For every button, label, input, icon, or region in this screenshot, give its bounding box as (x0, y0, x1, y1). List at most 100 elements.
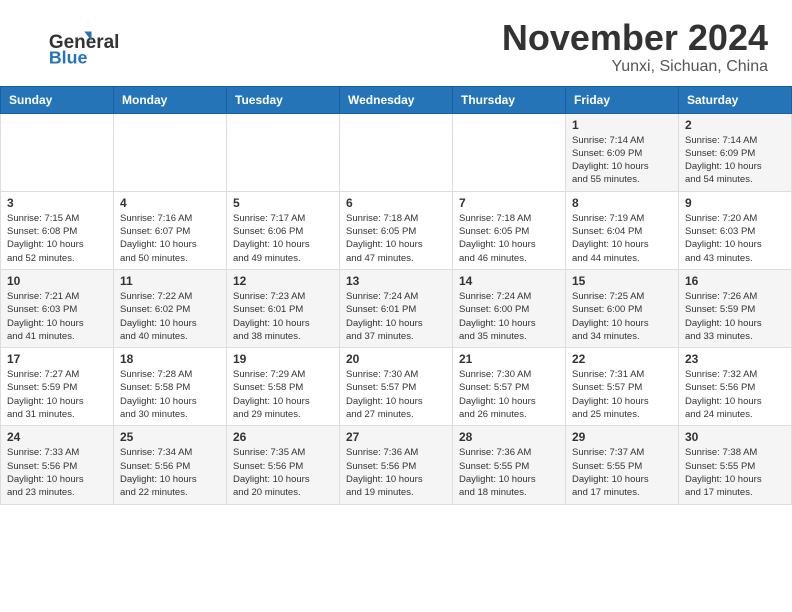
weekday-monday: Monday (114, 86, 227, 113)
day-info: Sunrise: 7:34 AM Sunset: 5:56 PM Dayligh… (120, 446, 220, 499)
day-cell (227, 113, 340, 191)
day-number: 5 (233, 196, 333, 210)
weekday-tuesday: Tuesday (227, 86, 340, 113)
day-info: Sunrise: 7:30 AM Sunset: 5:57 PM Dayligh… (459, 368, 559, 421)
day-cell: 21Sunrise: 7:30 AM Sunset: 5:57 PM Dayli… (453, 348, 566, 426)
day-number: 6 (346, 196, 446, 210)
day-number: 3 (7, 196, 107, 210)
day-cell: 26Sunrise: 7:35 AM Sunset: 5:56 PM Dayli… (227, 426, 340, 504)
day-info: Sunrise: 7:15 AM Sunset: 6:08 PM Dayligh… (7, 212, 107, 265)
day-number: 13 (346, 274, 446, 288)
day-cell: 30 Sunrise: 7:38 AM Sunset: 5:55 PM Dayli… (679, 426, 792, 504)
day-number: 17 (7, 352, 107, 366)
day-info: Sunrise: 7:36 AM Sunset: 5:55 PM Dayligh… (459, 446, 559, 499)
day-cell: 24 Sunrise: 7:33 AM Sunset: 5:56 PM Dayli… (1, 426, 114, 504)
day-number: 1 (572, 118, 672, 132)
day-info: Sunrise: 7:24 AM Sunset: 6:01 PM Dayligh… (346, 290, 446, 343)
day-info: Sunrise: 7:28 AM Sunset: 5:58 PM Dayligh… (120, 368, 220, 421)
week-row-3: 10 Sunrise: 7:21 AM Sunset: 6:03 PM Dayli… (1, 269, 792, 347)
day-info: Sunrise: 7:21 AM Sunset: 6:03 PM Dayligh… (7, 290, 107, 343)
day-info: Sunrise: 7:18 AM Sunset: 6:05 PM Dayligh… (459, 212, 559, 265)
day-cell: 11 Sunrise: 7:22 AM Sunset: 6:02 PM Dayli… (114, 269, 227, 347)
title-section: November 2024 Yunxi, Sichuan, China (502, 18, 768, 76)
day-info: Sunrise: 7:27 AM Sunset: 5:59 PM Dayligh… (7, 368, 107, 421)
day-info: Sunrise: 7:17 AM Sunset: 6:06 PM Dayligh… (233, 212, 333, 265)
day-cell: 2 Sunrise: 7:14 AM Sunset: 6:09 PM Daylig… (679, 113, 792, 191)
day-cell: 3 Sunrise: 7:15 AM Sunset: 6:08 PM Daylig… (1, 191, 114, 269)
week-row-4: 17 Sunrise: 7:27 AM Sunset: 5:59 PM Dayli… (1, 348, 792, 426)
day-number: 25 (120, 430, 220, 444)
header: General Blue November 2024 Yunxi, Sichua… (0, 0, 792, 86)
day-info: Sunrise: 7:36 AM Sunset: 5:56 PM Dayligh… (346, 446, 446, 499)
day-info: Sunrise: 7:32 AM Sunset: 5:56 PM Dayligh… (685, 368, 785, 421)
calendar: SundayMondayTuesdayWednesdayThursdayFrid… (0, 86, 792, 505)
logo: General Blue (24, 18, 114, 67)
page-container: General Blue November 2024 Yunxi, Sichua… (0, 0, 792, 505)
day-number: 15 (572, 274, 672, 288)
day-cell: 16 Sunrise: 7:26 AM Sunset: 5:59 PM Dayli… (679, 269, 792, 347)
day-cell (1, 113, 114, 191)
day-cell: 10 Sunrise: 7:21 AM Sunset: 6:03 PM Dayli… (1, 269, 114, 347)
location: Yunxi, Sichuan, China (502, 58, 768, 76)
day-info: Sunrise: 7:25 AM Sunset: 6:00 PM Dayligh… (572, 290, 672, 343)
day-info: Sunrise: 7:14 AM Sunset: 6:09 PM Dayligh… (685, 134, 785, 187)
day-number: 19 (233, 352, 333, 366)
day-number: 22 (572, 352, 672, 366)
day-cell: 25 Sunrise: 7:34 AM Sunset: 5:56 PM Dayli… (114, 426, 227, 504)
day-info: Sunrise: 7:33 AM Sunset: 5:56 PM Dayligh… (7, 446, 107, 499)
day-number: 30 (685, 430, 785, 444)
day-number: 24 (7, 430, 107, 444)
weekday-header-row: SundayMondayTuesdayWednesdayThursdayFrid… (1, 86, 792, 113)
day-cell: 14 Sunrise: 7:24 AM Sunset: 6:00 PM Dayli… (453, 269, 566, 347)
weekday-wednesday: Wednesday (340, 86, 453, 113)
day-info: Sunrise: 7:30 AM Sunset: 5:57 PM Dayligh… (346, 368, 446, 421)
day-cell: 8 Sunrise: 7:19 AM Sunset: 6:04 PM Daylig… (566, 191, 679, 269)
day-info: Sunrise: 7:31 AM Sunset: 5:57 PM Dayligh… (572, 368, 672, 421)
weekday-saturday: Saturday (679, 86, 792, 113)
day-number: 8 (572, 196, 672, 210)
day-cell: 18Sunrise: 7:28 AM Sunset: 5:58 PM Dayli… (114, 348, 227, 426)
day-number: 9 (685, 196, 785, 210)
day-cell: 7Sunrise: 7:18 AM Sunset: 6:05 PM Daylig… (453, 191, 566, 269)
day-info: Sunrise: 7:14 AM Sunset: 6:09 PM Dayligh… (572, 134, 672, 187)
day-number: 10 (7, 274, 107, 288)
day-number: 28 (459, 430, 559, 444)
day-cell: 19 Sunrise: 7:29 AM Sunset: 5:58 PM Dayli… (227, 348, 340, 426)
day-cell: 6 Sunrise: 7:18 AM Sunset: 6:05 PM Daylig… (340, 191, 453, 269)
day-number: 2 (685, 118, 785, 132)
weekday-friday: Friday (566, 86, 679, 113)
day-number: 12 (233, 274, 333, 288)
day-info: Sunrise: 7:35 AM Sunset: 5:56 PM Dayligh… (233, 446, 333, 499)
day-number: 29 (572, 430, 672, 444)
day-info: Sunrise: 7:29 AM Sunset: 5:58 PM Dayligh… (233, 368, 333, 421)
day-info: Sunrise: 7:22 AM Sunset: 6:02 PM Dayligh… (120, 290, 220, 343)
month-title: November 2024 (502, 18, 768, 58)
day-info: Sunrise: 7:20 AM Sunset: 6:03 PM Dayligh… (685, 212, 785, 265)
day-number: 14 (459, 274, 559, 288)
day-info: Sunrise: 7:24 AM Sunset: 6:00 PM Dayligh… (459, 290, 559, 343)
day-number: 16 (685, 274, 785, 288)
day-info: Sunrise: 7:18 AM Sunset: 6:05 PM Dayligh… (346, 212, 446, 265)
day-number: 20 (346, 352, 446, 366)
day-cell: 1 Sunrise: 7:14 AM Sunset: 6:09 PM Daylig… (566, 113, 679, 191)
day-cell: 28 Sunrise: 7:36 AM Sunset: 5:55 PM Dayli… (453, 426, 566, 504)
day-cell: 15 Sunrise: 7:25 AM Sunset: 6:00 PM Dayli… (566, 269, 679, 347)
svg-text:Blue: Blue (49, 47, 88, 67)
day-number: 23 (685, 352, 785, 366)
day-cell: 9 Sunrise: 7:20 AM Sunset: 6:03 PM Daylig… (679, 191, 792, 269)
day-cell (453, 113, 566, 191)
day-cell: 5 Sunrise: 7:17 AM Sunset: 6:06 PM Daylig… (227, 191, 340, 269)
day-info: Sunrise: 7:19 AM Sunset: 6:04 PM Dayligh… (572, 212, 672, 265)
day-cell: 13 Sunrise: 7:24 AM Sunset: 6:01 PM Dayli… (340, 269, 453, 347)
day-number: 4 (120, 196, 220, 210)
day-info: Sunrise: 7:26 AM Sunset: 5:59 PM Dayligh… (685, 290, 785, 343)
day-cell: 23 Sunrise: 7:32 AM Sunset: 5:56 PM Dayli… (679, 348, 792, 426)
day-info: Sunrise: 7:38 AM Sunset: 5:55 PM Dayligh… (685, 446, 785, 499)
day-info: Sunrise: 7:37 AM Sunset: 5:55 PM Dayligh… (572, 446, 672, 499)
day-cell (114, 113, 227, 191)
day-cell: 12Sunrise: 7:23 AM Sunset: 6:01 PM Dayli… (227, 269, 340, 347)
day-cell: 27Sunrise: 7:36 AM Sunset: 5:56 PM Dayli… (340, 426, 453, 504)
week-row-5: 24 Sunrise: 7:33 AM Sunset: 5:56 PM Dayli… (1, 426, 792, 504)
day-number: 11 (120, 274, 220, 288)
logo-icon: General Blue (24, 22, 114, 67)
